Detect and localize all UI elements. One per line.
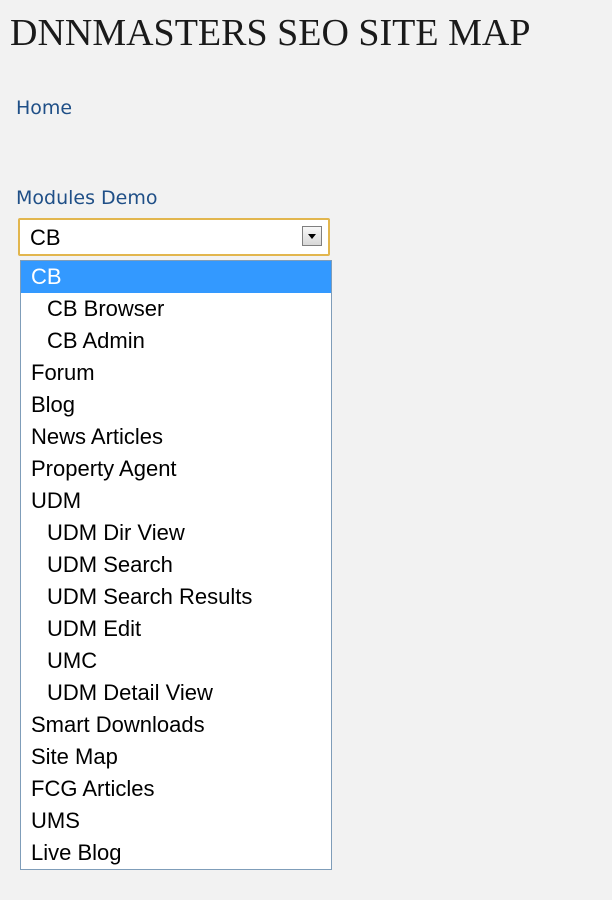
page-title: DNNMASTERS SEO SITE MAP [10, 12, 531, 54]
dropdown-option[interactable]: FCG Articles [21, 773, 331, 805]
dropdown-option[interactable]: Property Agent [21, 453, 331, 485]
dropdown-toggle-button[interactable] [302, 226, 322, 246]
dropdown-option[interactable]: UDM Search [21, 549, 331, 581]
dropdown-option[interactable]: UDM Search Results [21, 581, 331, 613]
dropdown-option[interactable]: Site Map [21, 741, 331, 773]
dropdown-option[interactable]: UDM Dir View [21, 517, 331, 549]
dropdown-option[interactable]: Live Blog [21, 837, 331, 869]
modules-dropdown-list[interactable]: CB CB Browser CB Admin Forum Blog News Articl… [20, 260, 332, 870]
chevron-down-icon [308, 234, 316, 239]
home-link[interactable]: Home [16, 97, 72, 119]
dropdown-option[interactable]: Smart Downloads [21, 709, 331, 741]
dropdown-option[interactable]: UDM [21, 485, 331, 517]
dropdown-option[interactable]: CB [21, 261, 331, 293]
dropdown-option[interactable]: UDM Detail View [21, 677, 331, 709]
dropdown-option[interactable]: UDM Edit [21, 613, 331, 645]
dropdown-option[interactable]: CB Admin [21, 325, 331, 357]
select-current-value: CB [30, 225, 61, 250]
dropdown-option[interactable]: UMS [21, 805, 331, 837]
dropdown-option[interactable]: CB Browser [21, 293, 331, 325]
dropdown-option[interactable]: News Articles [21, 421, 331, 453]
dropdown-option[interactable]: UMC [21, 645, 331, 677]
dropdown-option[interactable]: Blog [21, 389, 331, 421]
modules-demo-link[interactable]: Modules Demo [16, 187, 157, 209]
modules-select[interactable]: CB [18, 218, 330, 256]
dropdown-option[interactable]: Forum [21, 357, 331, 389]
